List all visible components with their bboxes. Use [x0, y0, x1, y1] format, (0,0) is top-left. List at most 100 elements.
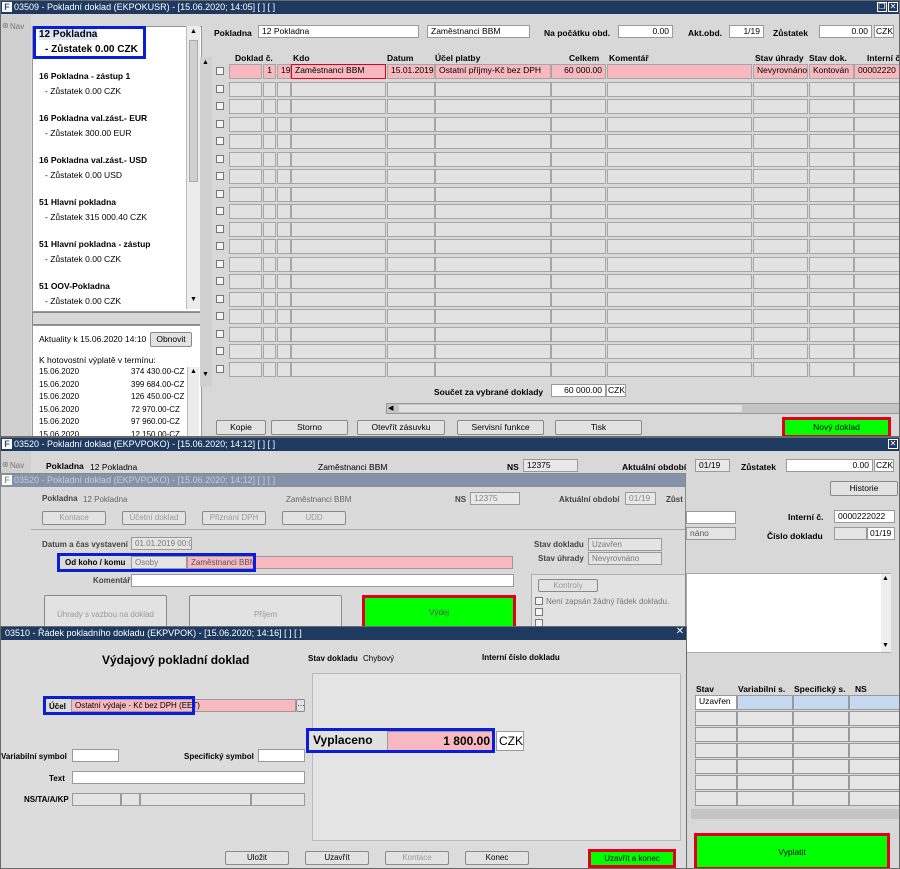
grid-cell-empty[interactable] [277, 99, 291, 114]
servis-button[interactable]: Servisní funkce [457, 420, 544, 435]
nav-panel[interactable]: Nav ⊛ [1, 14, 31, 436]
grid-cell-empty[interactable] [387, 221, 435, 237]
grid-cell-empty[interactable] [854, 186, 899, 202]
grid-cell-empty[interactable] [551, 81, 606, 97]
grid-cell-empty[interactable] [387, 81, 435, 97]
grid-cell-empty[interactable] [387, 291, 435, 307]
grid-cell-empty[interactable] [263, 221, 276, 237]
kontace-button[interactable]: Kontace [385, 851, 449, 865]
grid-cell-empty[interactable] [854, 204, 899, 219]
grid-cell-empty[interactable] [753, 274, 808, 289]
grid-cell-empty[interactable] [607, 134, 752, 149]
grid-cell-empty[interactable] [607, 81, 752, 97]
ns-field-4[interactable] [251, 793, 305, 806]
grid-cell-empty[interactable] [387, 151, 435, 167]
pokladna-item-name[interactable]: 16 Pokladna val.zást.- USD [39, 155, 147, 165]
grid-cell-empty[interactable] [854, 326, 899, 342]
grid-cell-empty[interactable] [753, 291, 808, 307]
ns-field-3[interactable] [140, 793, 251, 806]
grid-cell-empty[interactable] [809, 99, 854, 114]
grid-cell-empty[interactable] [551, 361, 606, 377]
row-checkbox[interactable] [216, 67, 224, 75]
grid-cell-empty[interactable] [607, 344, 752, 359]
grid-cell-empty[interactable] [854, 151, 899, 167]
row-checkbox[interactable] [216, 224, 224, 233]
grid-cell-empty[interactable] [435, 151, 551, 167]
grid-cell-empty[interactable] [263, 291, 276, 307]
right-grid-cell[interactable] [695, 791, 737, 806]
right-grid-cell[interactable] [793, 791, 849, 806]
grid-cell-empty[interactable] [263, 169, 276, 184]
tab-udd[interactable]: UDD [282, 511, 346, 525]
grid-cell-empty[interactable] [263, 134, 276, 149]
grid-cell-empty[interactable] [229, 326, 262, 342]
grid-cell-empty[interactable] [263, 204, 276, 219]
grid-cell-empty[interactable] [387, 326, 435, 342]
grid-cell-empty[interactable] [435, 116, 551, 132]
grid-cell-empty[interactable] [551, 204, 606, 219]
right-grid-cell[interactable] [695, 727, 737, 742]
pokladna-item-balance[interactable]: - Zůstatek 0.00 CZK [45, 86, 121, 96]
ss-field[interactable] [258, 749, 305, 762]
grid-cell-empty[interactable] [435, 274, 551, 289]
scroll-left-icon[interactable]: ◀ [388, 404, 393, 412]
right-grid-cell[interactable] [793, 743, 849, 758]
grid-cell-empty[interactable] [263, 151, 276, 167]
grid-cell-empty[interactable] [607, 291, 752, 307]
grid-cell-empty[interactable] [229, 204, 262, 219]
right-grid-cell[interactable] [737, 775, 793, 790]
grid-cell-empty[interactable] [854, 134, 899, 149]
tab-kontace[interactable]: Kontace [42, 511, 106, 525]
grid-cell-empty[interactable] [277, 291, 291, 307]
grid-cell-empty[interactable] [277, 309, 291, 324]
scroll-down-icon[interactable]: ▼ [882, 642, 889, 649]
right-grid-cell[interactable] [695, 775, 737, 790]
grid-cell-empty[interactable] [809, 151, 854, 167]
close-icon[interactable]: ✕ [888, 439, 898, 449]
grid-cell-empty[interactable] [291, 361, 386, 377]
pokladna-item-balance[interactable]: - Zůstatek 0.00 CZK [45, 254, 121, 264]
grid-cell-empty[interactable] [854, 309, 899, 324]
grid-cell-empty[interactable] [854, 99, 899, 114]
close-icon[interactable]: ✕ [675, 627, 685, 638]
grid-cell-empty[interactable] [229, 116, 262, 132]
grid-cell-interni[interactable]: 00002220 [854, 64, 899, 79]
grid-cell-empty[interactable] [854, 81, 899, 97]
grid-cell-empty[interactable] [435, 326, 551, 342]
grid-cell-empty[interactable] [809, 186, 854, 202]
grid-cell-empty[interactable] [854, 256, 899, 272]
grid-cell-empty[interactable] [753, 256, 808, 272]
window-title-bar[interactable]: F 03520 - Pokladní doklad (EKPVPOKO) - [… [1, 474, 685, 487]
grid-cell-empty[interactable] [551, 326, 606, 342]
grid-cell-d1[interactable]: 1 [263, 64, 276, 79]
right-hscroll[interactable] [691, 809, 899, 819]
grid-cell-empty[interactable] [435, 291, 551, 307]
grid-cell-empty[interactable] [277, 116, 291, 132]
horizontal-scrollbar[interactable]: ◀ [386, 403, 899, 414]
grid-cell-empty[interactable] [551, 291, 606, 307]
grid-cell-empty[interactable] [551, 99, 606, 114]
grid-cell-empty[interactable] [277, 361, 291, 377]
grid-cell-empty[interactable] [277, 239, 291, 254]
kontroly-button[interactable]: Kontroly [538, 579, 598, 592]
right-grid-cell[interactable] [849, 695, 899, 710]
grid-cell-empty[interactable] [387, 169, 435, 184]
list-scrollbar[interactable]: ▲ ▼ [186, 26, 200, 309]
window-title-bar[interactable]: F 03520 - Pokladní doklad (EKPVPOKO) - [… [1, 438, 899, 451]
grid-cell-empty[interactable] [291, 81, 386, 97]
grid-cell-empty[interactable] [387, 344, 435, 359]
grid-cell-empty[interactable] [809, 256, 854, 272]
row-checkbox[interactable] [216, 207, 224, 215]
grid-cell-empty[interactable] [435, 186, 551, 202]
storno-button[interactable]: Storno [271, 420, 348, 435]
grid-cell-empty[interactable] [277, 81, 291, 97]
grid-cell-empty[interactable] [435, 204, 551, 219]
grid-cell-empty[interactable] [263, 256, 276, 272]
zamestnanci-field[interactable]: Zaměstnanci BBM [427, 25, 530, 38]
grid-cell-empty[interactable] [753, 239, 808, 254]
grid-cell-empty[interactable] [387, 256, 435, 272]
grid-cell-empty[interactable] [854, 291, 899, 307]
restore-icon[interactable]: ❐ [877, 2, 887, 12]
right-grid-cell[interactable] [793, 695, 849, 710]
grid-cell-empty[interactable] [229, 274, 262, 289]
